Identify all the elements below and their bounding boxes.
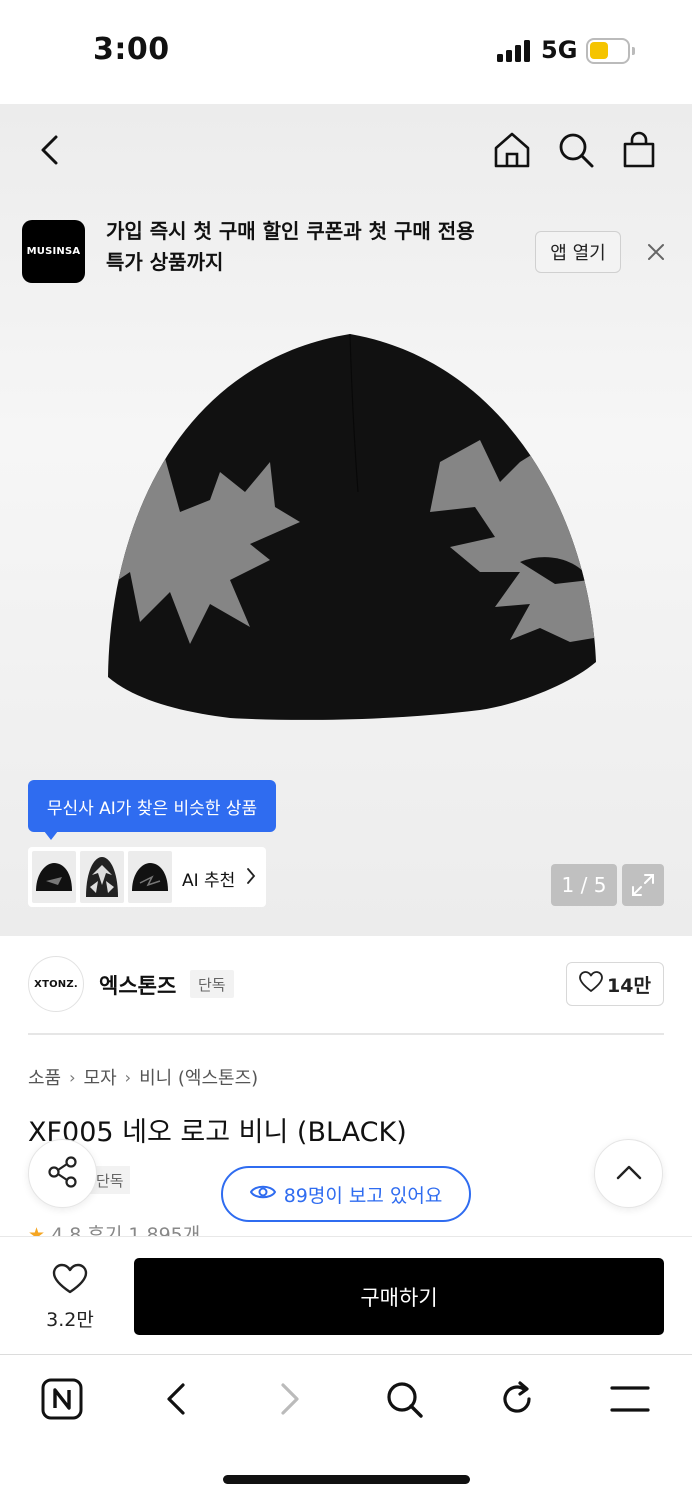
- recommend-thumb[interactable]: [32, 851, 76, 903]
- image-page-counter: 1 / 5: [551, 864, 617, 906]
- scroll-top-button[interactable]: [594, 1139, 663, 1208]
- search-icon[interactable]: [380, 1375, 428, 1423]
- musinsa-logo: MUSINSA: [22, 220, 85, 283]
- back-icon[interactable]: [26, 126, 74, 174]
- brand-like-count: 14만: [607, 974, 651, 997]
- chevron-right-icon: ›: [124, 1067, 132, 1087]
- brand-logo[interactable]: XTONZ.: [28, 956, 84, 1012]
- ai-tooltip-text: 무신사 AI가 찾은 비슷한 상품: [46, 798, 258, 819]
- brand-name[interactable]: 엑스톤즈: [99, 970, 176, 1000]
- product-title: XF005 네오 로고 비니 (BLACK): [28, 1117, 407, 1148]
- breadcrumb-item[interactable]: 소품: [28, 1064, 61, 1090]
- viewers-badge: 89명이 보고 있어요: [221, 1166, 471, 1222]
- shopping-bag-icon[interactable]: [615, 126, 663, 174]
- status-bar: 3:00 5G: [0, 0, 692, 104]
- chevron-right-icon: [246, 867, 256, 889]
- viewers-text: 89명이 보고 있어요: [283, 1184, 443, 1207]
- home-icon[interactable]: [488, 126, 536, 174]
- product-image[interactable]: [100, 322, 600, 732]
- top-nav: [0, 104, 692, 196]
- share-icon: [46, 1155, 80, 1193]
- brand-row: XTONZ. 엑스톤즈 단독 14만: [0, 936, 692, 1034]
- breadcrumb: 소품 › 모자 › 비니 (엑스톤즈): [28, 1064, 258, 1090]
- share-button[interactable]: [28, 1139, 97, 1208]
- battery-icon: [586, 38, 635, 64]
- star-icon: ★: [28, 1224, 46, 1236]
- n-home-icon[interactable]: [38, 1375, 86, 1423]
- product-gallery: MUSINSA 가입 즉시 첫 구매 할인 쿠폰과 첫 구매 전용 특가 상품까…: [0, 104, 692, 936]
- recommend-thumb[interactable]: [128, 851, 172, 903]
- wishlist-button[interactable]: 3.2만: [30, 1263, 110, 1333]
- menu-icon[interactable]: [606, 1375, 654, 1423]
- exclusive-badge: 단독: [190, 970, 234, 998]
- rating-summary[interactable]: ★ 4.8 후기 1,895개: [28, 1222, 200, 1236]
- heart-icon: [52, 1263, 88, 1299]
- forward-arrow-icon[interactable]: [266, 1375, 314, 1423]
- signal-icon: [497, 40, 533, 62]
- chevron-right-icon: ›: [69, 1067, 76, 1087]
- open-app-button[interactable]: 앱 열기: [535, 231, 621, 273]
- breadcrumb-item[interactable]: 모자: [84, 1064, 117, 1090]
- home-indicator: [223, 1475, 470, 1484]
- chevron-up-icon: [616, 1164, 642, 1184]
- wishlist-count: 3.2만: [46, 1309, 94, 1331]
- heart-icon: [579, 970, 603, 998]
- breadcrumb-item[interactable]: 비니 (엑스톤즈): [139, 1064, 258, 1090]
- rating-text: 4.8 후기 1,895개: [51, 1224, 201, 1236]
- brand-like-button[interactable]: 14만: [566, 962, 664, 1006]
- network-type: 5G: [541, 36, 578, 64]
- banner-text: 가입 즉시 첫 구매 할인 쿠폰과 첫 구매 전용 특가 상품까지: [106, 219, 475, 274]
- refresh-icon[interactable]: [493, 1375, 541, 1423]
- app-promo-banner: MUSINSA 가입 즉시 첫 구매 할인 쿠폰과 첫 구매 전용 특가 상품까…: [0, 196, 692, 308]
- expand-icon[interactable]: [622, 864, 664, 906]
- status-time: 3:00: [93, 32, 170, 67]
- buy-button[interactable]: 구매하기: [134, 1258, 664, 1335]
- ai-recommend-strip[interactable]: AI 추천: [28, 847, 266, 907]
- recommend-thumb[interactable]: [80, 851, 124, 903]
- ai-similar-tooltip[interactable]: 무신사 AI가 찾은 비슷한 상품: [28, 780, 276, 840]
- search-icon[interactable]: [552, 126, 600, 174]
- close-icon[interactable]: [640, 236, 672, 268]
- back-arrow-icon[interactable]: [152, 1375, 200, 1423]
- divider: [28, 1033, 664, 1035]
- purchase-bar: 3.2만 구매하기: [0, 1236, 692, 1354]
- ai-recommend-label: AI 추천: [182, 871, 236, 891]
- eye-icon: [249, 1183, 276, 1206]
